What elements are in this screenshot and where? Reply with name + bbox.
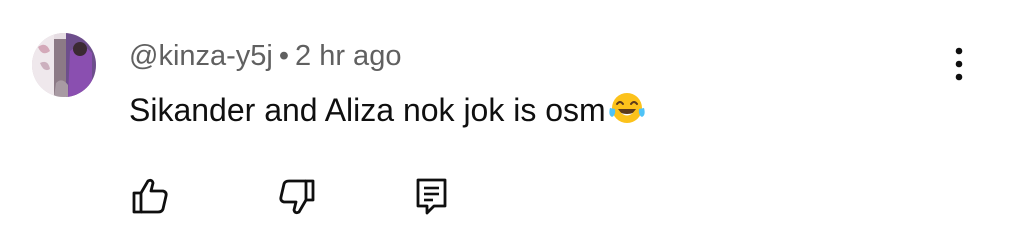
tears-of-joy-emoji-icon xyxy=(607,88,647,128)
comment-text: Sikander and Aliza nok jok is osm xyxy=(129,88,647,130)
thumbs-down-icon xyxy=(279,179,315,215)
reply-comment-icon xyxy=(416,178,447,215)
dislike-button[interactable] xyxy=(271,170,323,222)
thumbs-up-icon xyxy=(132,178,168,214)
author-name[interactable]: @kinza-y5j xyxy=(129,40,273,72)
comment-item: @kinza-y5j • 2 hr ago Sikander and Aliza n… xyxy=(0,0,1024,240)
like-button[interactable] xyxy=(124,170,176,222)
comment-body: Sikander and Aliza nok jok is osm xyxy=(129,92,606,128)
comment-actions xyxy=(0,170,1024,224)
more-actions-button[interactable] xyxy=(940,42,978,86)
comment-meta: @kinza-y5j • 2 hr ago xyxy=(129,38,401,74)
comment-time[interactable]: 2 hr ago xyxy=(295,40,401,72)
more-vertical-icon xyxy=(955,47,963,81)
avatar-image xyxy=(32,33,96,97)
reply-button[interactable] xyxy=(406,170,458,222)
avatar[interactable] xyxy=(32,33,96,97)
meta-separator: • xyxy=(278,40,290,72)
